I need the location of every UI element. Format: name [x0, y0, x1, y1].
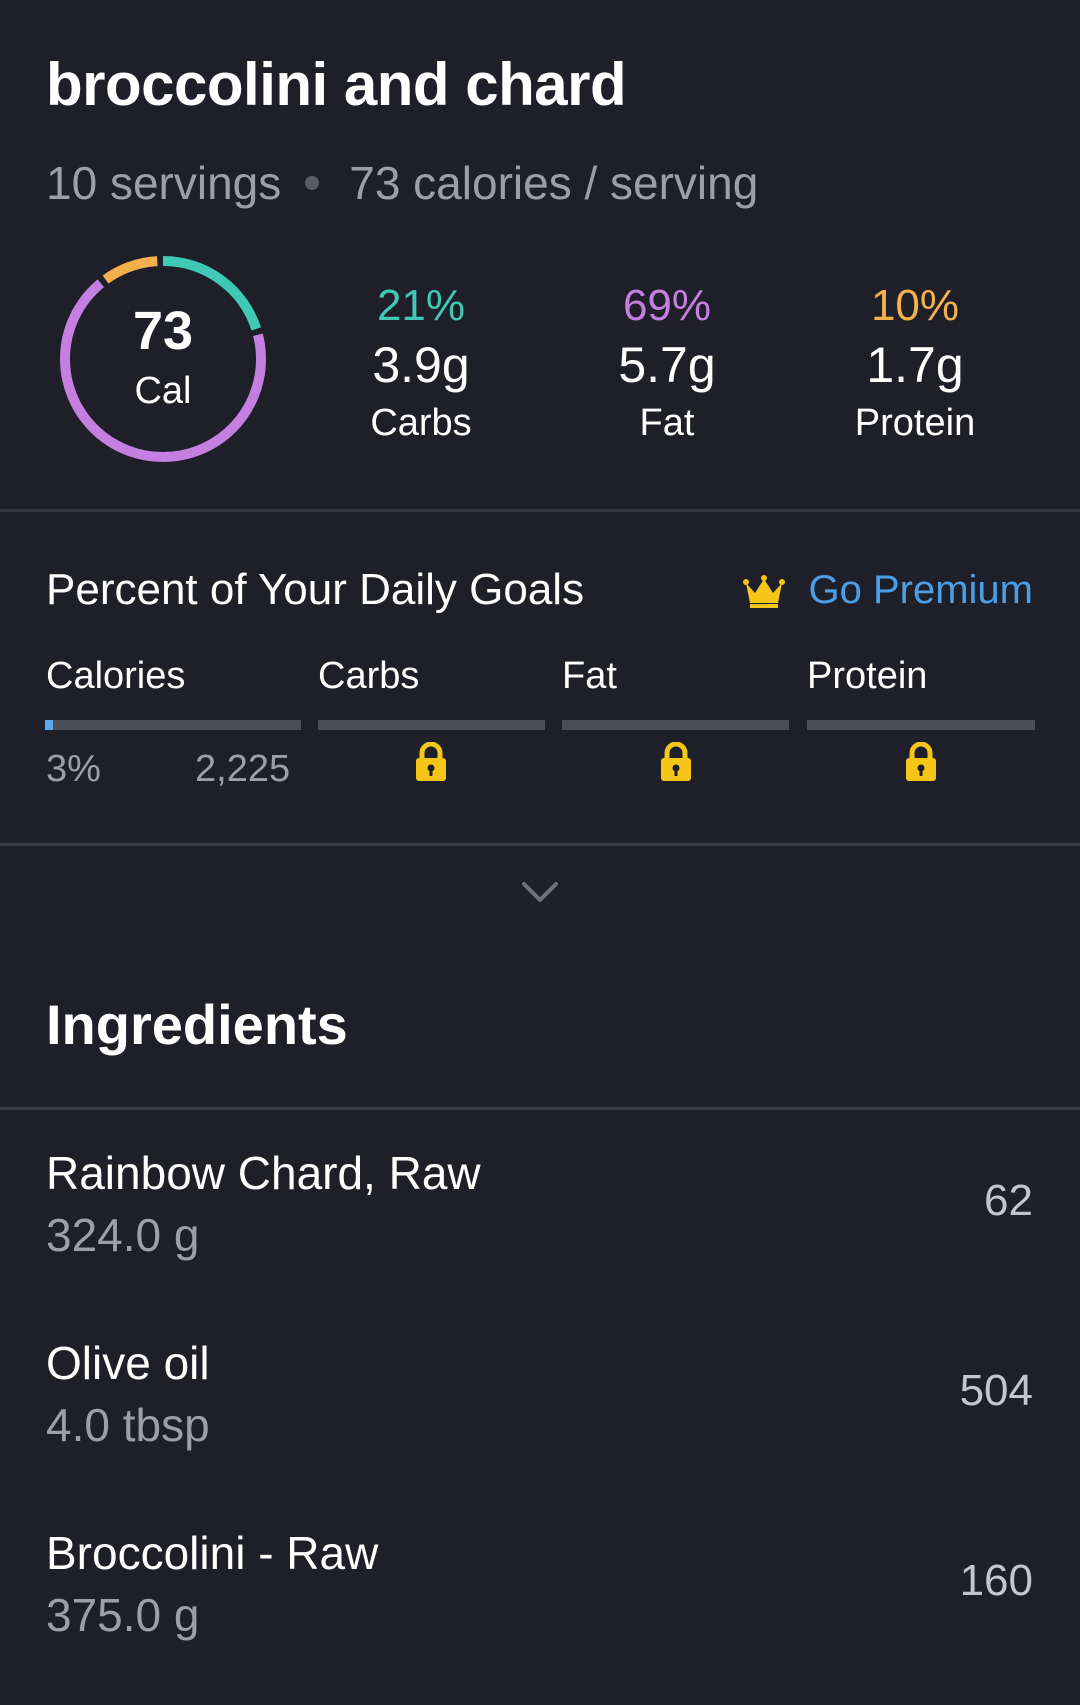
- section-divider: [0, 843, 1080, 846]
- goal-column-protein: Protein: [807, 655, 927, 698]
- ingredient-name: Olive oil: [46, 1337, 210, 1389]
- goal-name: Protein: [807, 655, 928, 697]
- ingredient-calories: 160: [959, 1556, 1033, 1605]
- macro-grams: 1.7g: [866, 337, 964, 393]
- recipe-subtitle: 10 servings 73 calories / serving: [46, 156, 758, 210]
- recipe-title: broccolini and chard: [46, 51, 627, 118]
- lock-icon[interactable]: [413, 742, 449, 782]
- ingredient-row[interactable]: Olive oil 4.0 tbsp 504: [0, 1336, 1080, 1526]
- calorie-ring: 73 Cal: [56, 252, 270, 466]
- lock-icon[interactable]: [658, 742, 694, 782]
- ingredient-calories: 504: [959, 1366, 1033, 1415]
- macro-name: Fat: [639, 402, 695, 444]
- goal-name: Calories: [46, 655, 186, 697]
- calories-goal-percent: 3%: [46, 748, 101, 790]
- macro-carbs: 21% 3.9g Carbs: [311, 280, 531, 448]
- calories-progress-bar: [45, 720, 301, 730]
- ingredient-quantity: 4.0 tbsp: [46, 1399, 210, 1451]
- daily-goals-title: Percent of Your Daily Goals: [46, 565, 585, 614]
- lock-icon[interactable]: [903, 742, 939, 782]
- go-premium-button[interactable]: Go Premium: [742, 568, 1034, 613]
- chevron-down-icon[interactable]: [520, 878, 560, 906]
- macro-grams: 5.7g: [618, 337, 716, 393]
- macro-pct: 10%: [870, 281, 960, 330]
- calories-progress-fill: [45, 720, 53, 730]
- carbs-progress-bar: [318, 720, 545, 730]
- go-premium-label: Go Premium: [808, 568, 1034, 612]
- ingredient-name: Rainbow Chard, Raw: [46, 1147, 481, 1199]
- macro-pct: 21%: [376, 281, 466, 330]
- goal-column-carbs: Carbs: [318, 655, 419, 698]
- protein-progress-bar: [807, 720, 1035, 730]
- goal-column-calories: Calories: [46, 655, 185, 698]
- servings-count[interactable]: 10 servings: [46, 156, 281, 210]
- ingredients-title: Ingredients: [46, 993, 348, 1056]
- calories-per-serving: 73 calories / serving: [349, 157, 759, 209]
- ingredient-quantity: 324.0 g: [46, 1209, 200, 1261]
- macro-name: Carbs: [370, 402, 472, 444]
- separator-dot: [305, 176, 320, 190]
- goal-name: Carbs: [318, 655, 420, 697]
- macro-fat: 69% 5.7g Fat: [557, 280, 777, 448]
- goal-name: Fat: [562, 655, 617, 697]
- section-divider: [0, 509, 1080, 512]
- goal-column-fat: Fat: [562, 655, 617, 698]
- fat-progress-bar: [562, 720, 789, 730]
- macro-name: Protein: [854, 402, 976, 444]
- macro-protein: 10% 1.7g Protein: [805, 280, 1025, 448]
- section-divider: [0, 1107, 1080, 1110]
- calories-value: 73: [132, 301, 194, 361]
- crown-icon: [742, 574, 785, 608]
- ingredient-row[interactable]: Broccolini - Raw 375.0 g 160: [0, 1526, 1080, 1705]
- calories-goal-total: 2,225: [195, 748, 291, 790]
- macro-grams: 3.9g: [372, 337, 470, 393]
- macro-pct: 69%: [622, 281, 712, 330]
- ingredient-name: Broccolini - Raw: [46, 1527, 379, 1579]
- ingredient-row[interactable]: Rainbow Chard, Raw 324.0 g 62: [0, 1146, 1080, 1336]
- ingredient-quantity: 375.0 g: [46, 1589, 200, 1641]
- ingredient-calories: 62: [984, 1176, 1033, 1225]
- recipe-detail-screen: broccolini and chard 10 servings 73 calo…: [0, 0, 1080, 1705]
- calories-unit: Cal: [134, 370, 192, 412]
